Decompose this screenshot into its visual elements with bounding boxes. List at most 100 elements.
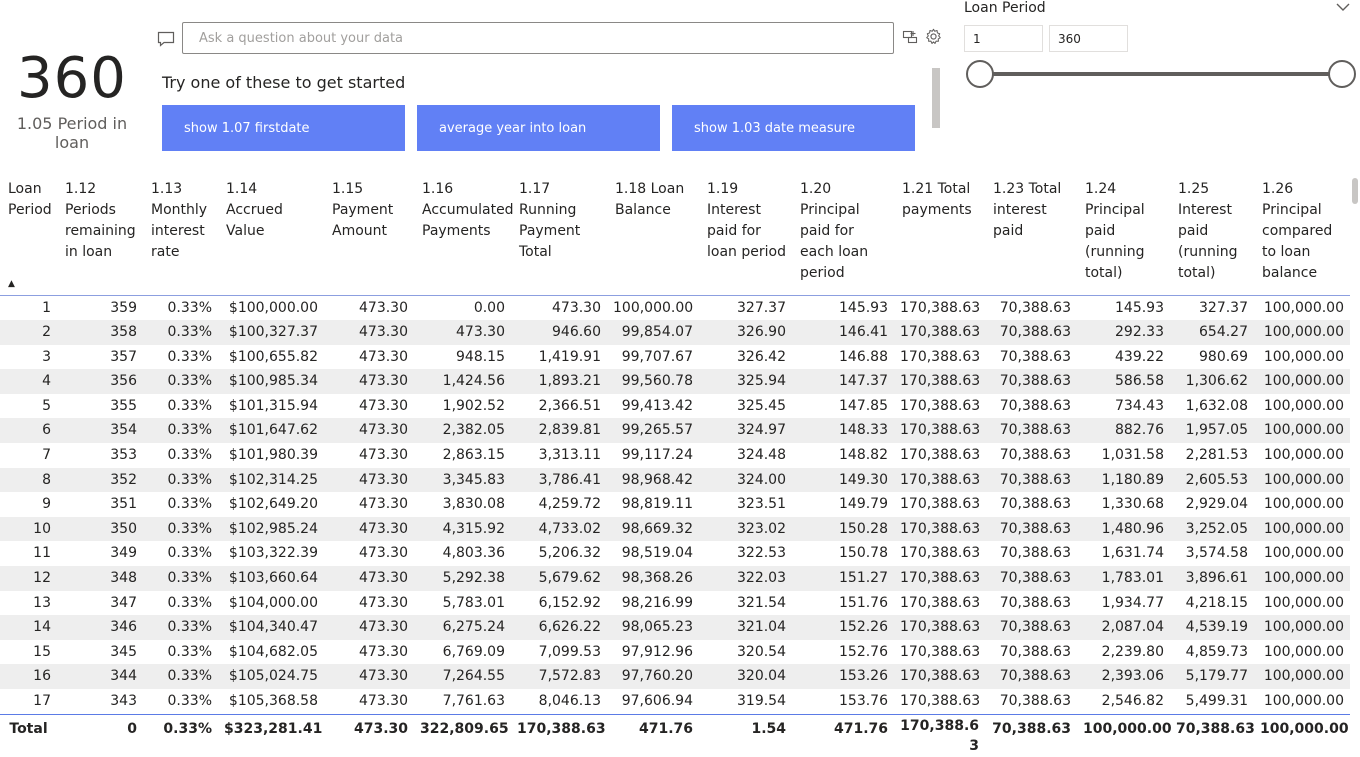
loan-table: Loan Period ▲ 1.12 Periods remaining in lo… [0, 175, 1350, 756]
table-cell: 0.33% [167, 545, 212, 562]
table-cell: 7 [42, 447, 51, 464]
table-row[interactable]: 1 359 0.33% $100,000.00 473.30 0.00 473.30 100,… [0, 295, 1350, 320]
table-cell: 8 [0, 467, 57, 493]
table-cell: 2,382.05 [414, 418, 511, 444]
table-row[interactable]: 16 344 0.33% $105,024.75 473.30 7,264.55 7,572… [0, 664, 1350, 689]
table-cell: 2,239.80 [1101, 643, 1164, 660]
qa-suggestion-button[interactable]: average year into loan [417, 105, 660, 151]
table-cell: 320.04 [699, 664, 792, 689]
table-row[interactable]: 6 354 0.33% $101,647.62 473.30 2,382.05 2,839.… [0, 418, 1350, 444]
table-row[interactable]: 13 347 0.33% $104,000.00 473.30 5,783.01 6,152… [0, 591, 1350, 616]
table-row[interactable]: 4 356 0.33% $100,985.34 473.30 1,424.56 1,893.… [0, 369, 1350, 394]
table-row[interactable]: 17 343 0.33% $105,368.58 473.30 7,761.63 8,046… [0, 689, 1350, 714]
table-cell: 5,679.62 [511, 566, 607, 591]
slicer-min-input[interactable] [964, 25, 1043, 52]
table-cell: 153.76 [839, 693, 888, 709]
table-row[interactable]: 2 358 0.33% $100,327.37 473.30 473.30 946.60 99… [0, 320, 1350, 345]
column-header[interactable]: 1.25 Interest paid (running total) [1170, 175, 1254, 295]
column-header[interactable]: 1.13 Monthly interest rate [143, 175, 218, 295]
table-cell: 3,252.05 [1170, 516, 1254, 542]
sort-ascending-icon[interactable]: ▲ [8, 274, 15, 295]
column-header[interactable]: 1.15 Payment Amount [324, 175, 414, 295]
slider-track[interactable] [980, 72, 1342, 76]
slider-max-handle[interactable] [1328, 60, 1356, 88]
qa-suggestion-button[interactable]: show 1.07 firstdate [162, 105, 405, 151]
table-cell: 1,031.58 [1101, 447, 1164, 464]
table-cell: 0.33% [143, 566, 218, 591]
table-cell: 2,366.51 [538, 397, 601, 414]
table-row[interactable]: 15 345 0.33% $104,682.05 473.30 6,769.09 7,099… [0, 640, 1350, 665]
table-cell: 473.30 [359, 299, 408, 316]
table-row[interactable]: 8 352 0.33% $102,314.25 473.30 3,345.83 3,786.… [0, 467, 1350, 493]
column-header[interactable]: 1.21 Total payments [894, 175, 985, 295]
table-row[interactable]: 7 353 0.33% $101,980.39 473.30 2,863.15 3,313.… [0, 443, 1350, 468]
table-cell: 0.33% [143, 320, 218, 345]
qa-scrollbar[interactable] [932, 68, 940, 128]
column-header[interactable]: 1.12 Periods remaining in loan [57, 175, 143, 295]
table-cell: 70,388.63 [999, 643, 1071, 660]
table-cell: 170,388.63 [900, 348, 981, 365]
slider-min-handle[interactable] [966, 60, 994, 88]
table-row[interactable]: 11 349 0.33% $103,322.39 473.30 4,803.36 5,206… [0, 541, 1350, 566]
table-cell: 946.60 [511, 320, 607, 345]
total-cell: 471.76 [638, 720, 693, 737]
table-row[interactable]: 12 348 0.33% $103,660.64 473.30 5,292.38 5,679… [0, 566, 1350, 591]
column-header[interactable]: Loan Period ▲ [0, 175, 57, 295]
slicer-max-input[interactable] [1049, 25, 1128, 52]
table-cell: 100,000.00 [1254, 664, 1350, 689]
table-cell: 473.30 [324, 320, 414, 345]
table-cell: 473.30 [324, 516, 414, 542]
table-cell: 324.48 [737, 447, 786, 464]
ask-a-related-question-icon[interactable] [902, 29, 918, 45]
table-cell: 0.33% [143, 467, 218, 493]
table-cell: 5 [42, 397, 51, 414]
table-cell: 98,216.99 [621, 594, 693, 611]
column-header[interactable]: 1.26 Principal compared to loan balance [1254, 175, 1350, 295]
table-cell: 99,413.42 [621, 397, 693, 414]
gear-icon[interactable] [925, 28, 942, 45]
total-cell: 322,809.65 [420, 720, 509, 737]
column-header[interactable]: 1.16 Accumulated Payments [414, 175, 514, 295]
total-cell: 170,388.63 [900, 717, 979, 754]
table-cell: 6,626.22 [511, 615, 607, 640]
table-cell: 355 [110, 397, 137, 414]
table-cell: 980.69 [1199, 348, 1248, 365]
table-cell: 1,419.91 [538, 348, 601, 365]
table-cell: 8,046.13 [538, 693, 601, 709]
column-header[interactable]: 1.17 Running Payment Total [511, 175, 607, 295]
table-cell: $102,649.20 [228, 496, 318, 513]
table-cell: 324.00 [699, 467, 792, 493]
column-header[interactable]: 1.14 Accrued Value [218, 175, 324, 295]
table-cell: 13 [33, 594, 51, 611]
table-cell: 170,388.63 [900, 397, 981, 414]
table-cell: 170,388.63 [894, 467, 985, 493]
column-header[interactable]: 1.20 Principal paid for each loan period [792, 175, 894, 295]
total-cell: 0.33% [163, 720, 212, 737]
table-cell: $101,647.62 [218, 418, 324, 444]
table-row[interactable]: 3 357 0.33% $100,655.82 473.30 948.15 1,419.91… [0, 345, 1350, 370]
column-header[interactable]: 1.23 Total interest paid [985, 175, 1077, 295]
total-cell: 100,000.00 [1260, 720, 1349, 737]
table-cell: 7,572.83 [511, 664, 607, 689]
column-header[interactable]: 1.24 Principal paid (running total) [1077, 175, 1170, 295]
table-cell: 15 [33, 643, 51, 660]
table-cell: 0.33% [167, 643, 212, 660]
column-header[interactable]: 1.19 Interest paid for loan period [699, 175, 792, 295]
table-cell: $102,314.25 [218, 467, 324, 493]
table-cell: 99,707.67 [621, 348, 693, 365]
table-scrollbar[interactable] [1352, 178, 1358, 204]
table-cell: 321.54 [737, 594, 786, 611]
qa-suggestion-button[interactable]: show 1.03 date measure [672, 105, 915, 151]
table-row[interactable]: 10 350 0.33% $102,985.24 473.30 4,315.92 4,733… [0, 516, 1350, 542]
table-cell: 473.30 [324, 369, 414, 394]
qa-question-input[interactable] [182, 22, 894, 54]
table-cell: 1,902.52 [442, 397, 505, 414]
table-cell: 3,896.61 [1170, 566, 1254, 591]
chevron-down-icon[interactable] [1336, 2, 1350, 12]
table-cell: 473.30 [359, 397, 408, 414]
table-row[interactable]: 14 346 0.33% $104,340.47 473.30 6,275.24 6,626… [0, 615, 1350, 640]
table-cell: 70,388.63 [985, 467, 1077, 493]
table-row[interactable]: 9 351 0.33% $102,649.20 473.30 3,830.08 4,259.… [0, 492, 1350, 517]
table-row[interactable]: 5 355 0.33% $101,315.94 473.30 1,902.52 2,366.… [0, 394, 1350, 419]
column-header[interactable]: 1.18 Loan Balance [607, 175, 699, 295]
